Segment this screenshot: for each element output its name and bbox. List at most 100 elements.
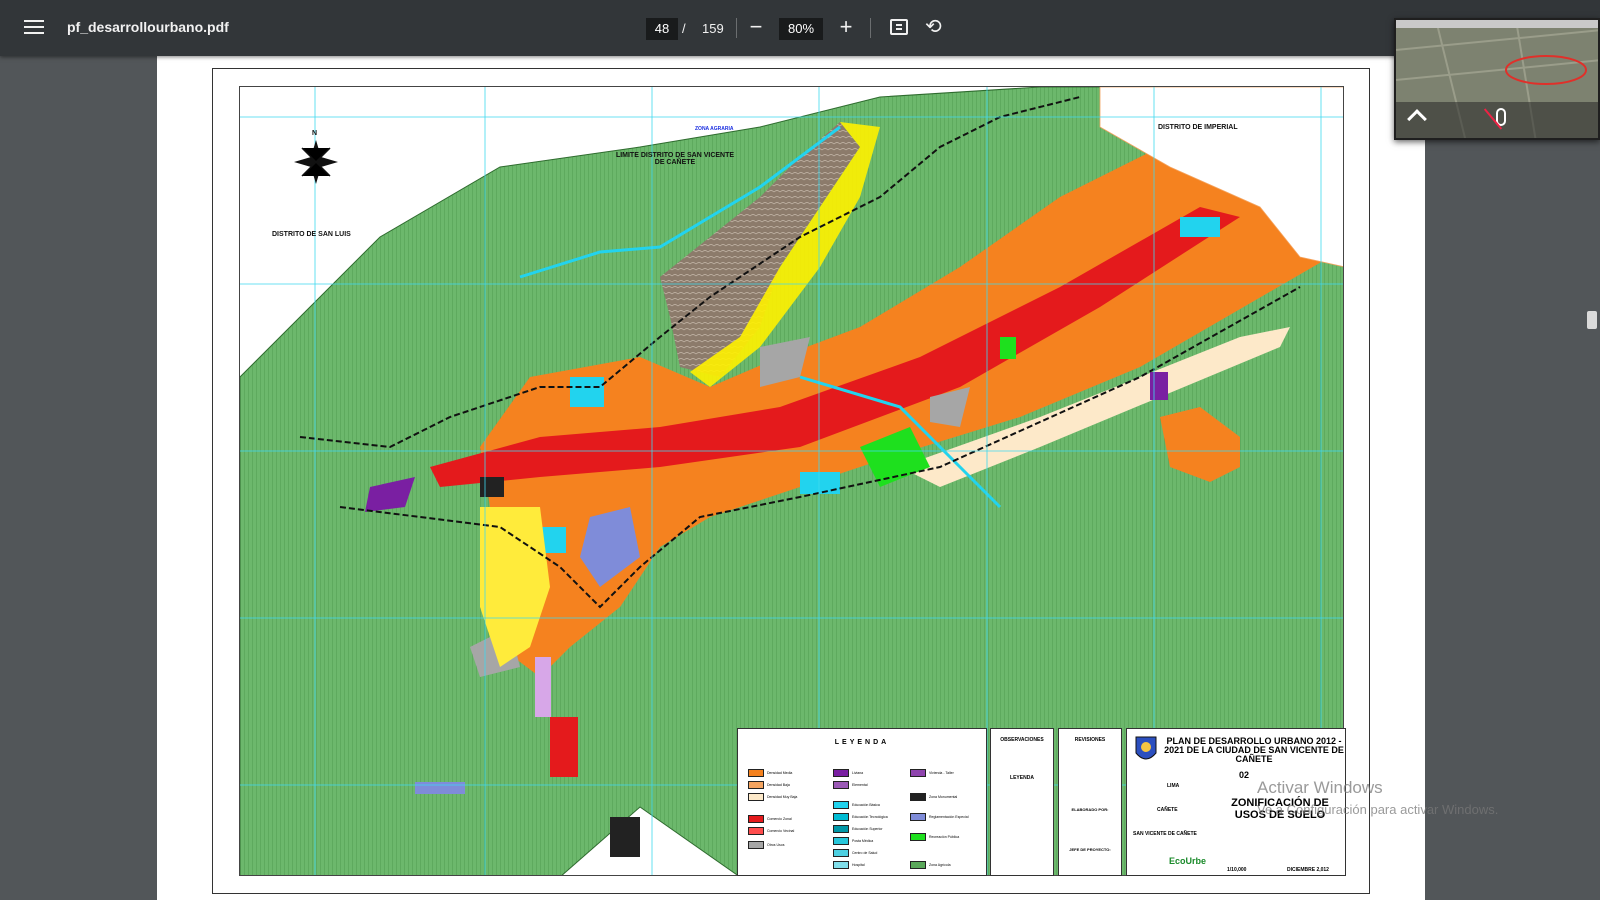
legend-item: Densidad Baja bbox=[748, 780, 790, 789]
legend-item: Densidad Muy Baja bbox=[748, 792, 798, 801]
toolbar-divider bbox=[870, 18, 871, 38]
zoom-input[interactable]: 80% bbox=[779, 18, 823, 40]
legend-label: Posta Médica bbox=[852, 838, 874, 843]
legend-label: Comercio Zonal bbox=[767, 816, 792, 821]
legend-swatch bbox=[910, 792, 926, 801]
video-controls bbox=[1396, 102, 1598, 138]
commercial-block bbox=[550, 717, 578, 777]
zoom-out-button[interactable]: − bbox=[746, 14, 766, 40]
revisions-title: REVISIONES bbox=[1074, 737, 1106, 743]
legend-item: Educación Básica bbox=[833, 800, 880, 809]
legend-swatch bbox=[833, 768, 849, 777]
legend-item: Centro de Salud bbox=[833, 848, 878, 857]
monumental-zone bbox=[480, 477, 504, 497]
legend-label: Educación Superior bbox=[852, 826, 883, 831]
legend-label: Densidad Media bbox=[767, 770, 793, 775]
observations-title: OBSERVACIONES bbox=[1000, 737, 1044, 743]
page-separator: / bbox=[682, 21, 686, 36]
legend-label: Liviana bbox=[852, 770, 864, 775]
menu-icon[interactable] bbox=[22, 16, 46, 40]
legend-label: Hospital bbox=[852, 862, 865, 867]
video-overlay[interactable] bbox=[1394, 18, 1600, 140]
legend-label: Centro de Salud bbox=[852, 850, 878, 855]
page-number-input[interactable]: 48 bbox=[646, 18, 678, 40]
fit-page-icon[interactable] bbox=[890, 19, 908, 35]
scale-value: 1/10,000 bbox=[1227, 867, 1247, 873]
legend-item: Otros Usos bbox=[748, 840, 785, 849]
legend-item: Elemental bbox=[833, 780, 868, 789]
legend-swatch bbox=[910, 832, 926, 841]
limite-san-vicente-label: LIMITE DISTRITO DE SAN VICENTE DE CAÑETE bbox=[615, 152, 735, 166]
legend-item: Recreación Pública bbox=[910, 832, 960, 841]
pdf-toolbar: pf_desarrollourbano.pdf 48 / 159 − 80% +… bbox=[0, 0, 1600, 56]
ecourbe-logo: EcoUrbe bbox=[1169, 856, 1207, 866]
sheet-number: 02 bbox=[1239, 770, 1250, 780]
legend-swatch bbox=[748, 814, 764, 823]
observations-box: OBSERVACIONES LEYENDA bbox=[990, 728, 1054, 876]
observations-legend-title: LEYENDA bbox=[1010, 775, 1034, 781]
legend-label: Educación Básica bbox=[852, 802, 880, 807]
rotate-icon[interactable]: ⟲ bbox=[925, 14, 942, 39]
education-block bbox=[570, 377, 604, 407]
distrito-san-luis-label: DISTRITO DE SAN LUIS bbox=[272, 231, 351, 238]
legend-label: Elemental bbox=[852, 782, 868, 787]
legend-label: Densidad Baja bbox=[767, 782, 790, 787]
legend-swatch bbox=[748, 826, 764, 835]
special-regulation-block bbox=[415, 782, 465, 794]
elaborado-label: ELABORADO POR: bbox=[1071, 807, 1109, 812]
revisions-box: REVISIONES ELABORADO POR: JEFE DE PROYEC… bbox=[1058, 728, 1122, 876]
legend-label: Educación Tecnológica bbox=[852, 814, 888, 819]
legend-swatch bbox=[748, 840, 764, 849]
legend-item: Zona Monumental bbox=[910, 792, 958, 801]
jefe-label: JEFE DE PROYECTO: bbox=[1069, 847, 1111, 852]
district-value: SAN VICENTE DE CAÑETE bbox=[1133, 831, 1197, 837]
legend-label: Reglamentación Especial bbox=[929, 814, 969, 819]
legend-swatch bbox=[910, 860, 926, 869]
legend-item: Educación Superior bbox=[833, 824, 883, 833]
windows-activation-title: Activar Windows bbox=[1257, 778, 1383, 797]
north-label: N bbox=[312, 130, 318, 137]
vivienda-taller-block bbox=[535, 657, 551, 717]
education-block bbox=[1180, 217, 1220, 237]
legend-label: Densidad Muy Baja bbox=[767, 794, 798, 799]
monumental-zone bbox=[610, 817, 640, 857]
legend-swatch bbox=[748, 792, 764, 801]
legend-label: Vivienda - Taller bbox=[929, 770, 954, 775]
zoom-in-button[interactable]: + bbox=[836, 14, 856, 40]
legend-item: Comercio Vecinal bbox=[748, 826, 795, 835]
legend-item: Liviana bbox=[833, 768, 864, 777]
scrollbar-thumb[interactable] bbox=[1587, 311, 1597, 329]
legend-label: Zona Agrícola bbox=[929, 862, 951, 867]
legend-item: Comercio Zonal bbox=[748, 814, 792, 823]
province-value: CAÑETE bbox=[1157, 807, 1178, 813]
legend-item: Posta Médica bbox=[833, 836, 874, 845]
industrial-block bbox=[1150, 372, 1168, 400]
legend-label: Recreación Pública bbox=[929, 834, 960, 839]
legend-item: Educación Tecnológica bbox=[833, 812, 888, 821]
legend-swatch bbox=[910, 812, 926, 821]
plan-title: PLAN DE DESARROLLO URBANO 2012 - 2021 DE… bbox=[1164, 736, 1344, 764]
recreation-block bbox=[1000, 337, 1016, 359]
legend-label: Comercio Vecinal bbox=[767, 828, 795, 833]
legend-item: Zona Agrícola bbox=[910, 860, 951, 869]
legend-swatch bbox=[833, 800, 849, 809]
date-value: DICIEMBRE 2,012 bbox=[1287, 867, 1329, 873]
distrito-imperial-label: DISTRITO DE IMPERIAL bbox=[1158, 124, 1238, 131]
legend-label: Otros Usos bbox=[767, 842, 785, 847]
region-value: LIMA bbox=[1167, 783, 1180, 789]
legend-swatch bbox=[748, 780, 764, 789]
legend-swatch bbox=[833, 848, 849, 857]
legend-item: Densidad Media bbox=[748, 768, 793, 777]
legend-item: Hospital bbox=[833, 860, 865, 869]
legend-label: Zona Monumental bbox=[929, 794, 958, 799]
legend-swatch bbox=[833, 824, 849, 833]
legend-swatch bbox=[833, 780, 849, 789]
toolbar-divider bbox=[736, 18, 737, 38]
expand-up-icon[interactable] bbox=[1407, 109, 1427, 129]
legend-swatch bbox=[833, 812, 849, 821]
legend-swatch bbox=[910, 768, 926, 777]
legend-title: LEYENDA bbox=[834, 739, 890, 746]
legend-swatch bbox=[833, 860, 849, 869]
municipal-seal-icon bbox=[1135, 736, 1157, 760]
file-name: pf_desarrollourbano.pdf bbox=[67, 19, 229, 35]
